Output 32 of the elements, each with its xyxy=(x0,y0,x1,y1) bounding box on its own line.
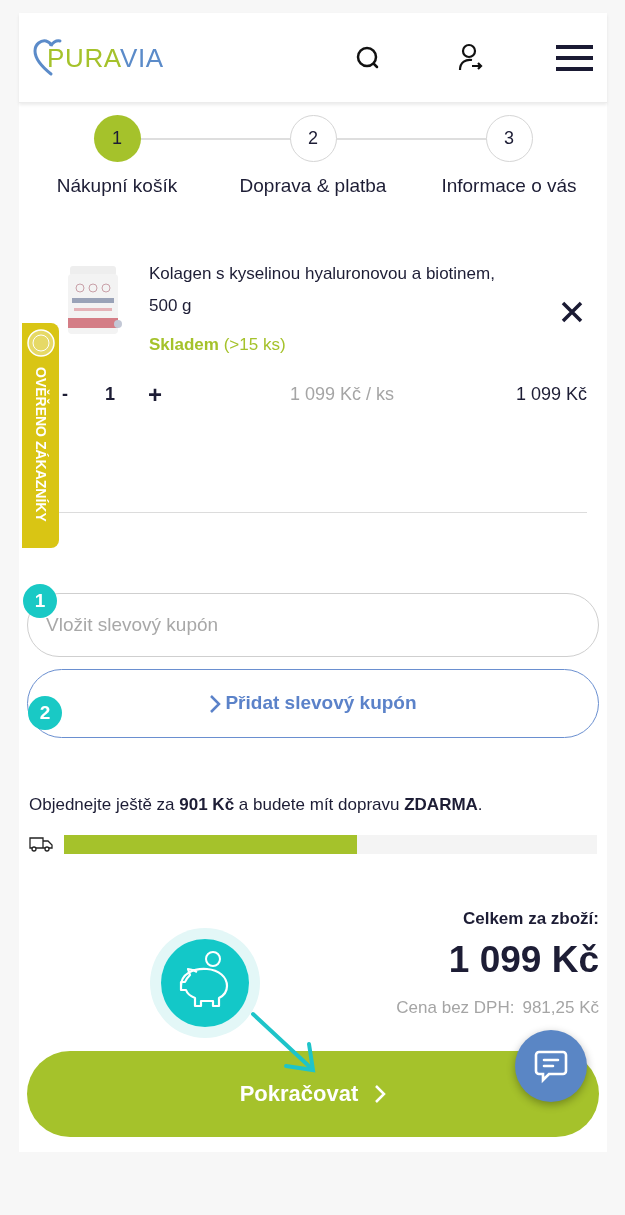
quantity-value[interactable]: 1 xyxy=(105,381,115,408)
logo-text[interactable]: PURAVIA xyxy=(47,44,164,71)
unit-price: 1 099 Kč / ks xyxy=(290,383,395,406)
net-price-value: 981,25 Kč xyxy=(522,997,599,1019)
step-label: Doprava & platba xyxy=(239,174,387,198)
close-icon[interactable] xyxy=(560,299,584,324)
step-label: Nákupní košík xyxy=(56,174,178,198)
menu-icon[interactable] xyxy=(556,44,593,71)
step-number[interactable]: 2 xyxy=(289,115,337,162)
total-label: Celkem za zboží: xyxy=(462,907,599,930)
truck-icon xyxy=(29,836,53,852)
step-marker: 1 xyxy=(23,584,57,618)
decrease-button[interactable]: - xyxy=(59,381,71,408)
total-price: 1 099 Kč xyxy=(448,941,599,978)
step-number[interactable]: 3 xyxy=(485,115,533,162)
user-login-icon[interactable] xyxy=(458,42,484,73)
stock-status: Skladem (>15 ks) xyxy=(149,333,287,356)
step-number[interactable]: 1 xyxy=(93,115,141,162)
chevron-icon xyxy=(374,1083,387,1104)
product-name[interactable]: Kolagen s kyselinou hyaluronovou a biotinem, 500 g xyxy=(149,255,509,322)
chevron-icon xyxy=(209,693,222,714)
step-label: Informace o vás xyxy=(441,174,577,198)
chat-icon xyxy=(533,1048,569,1084)
step-marker: 2 xyxy=(28,696,62,730)
increase-button[interactable]: + xyxy=(148,382,163,407)
net-price-label: Cena bez DPH: xyxy=(396,997,515,1019)
seal-icon xyxy=(26,329,55,357)
arrow-icon xyxy=(251,1012,316,1073)
free-shipping-message: Objednejte ještě za 901 Kč a budete mít dopravu ZDARMA. xyxy=(29,794,484,816)
line-total: 1 099 Kč xyxy=(515,383,587,406)
chat-button[interactable] xyxy=(515,1030,587,1102)
piggy-bank-icon xyxy=(150,928,260,1038)
